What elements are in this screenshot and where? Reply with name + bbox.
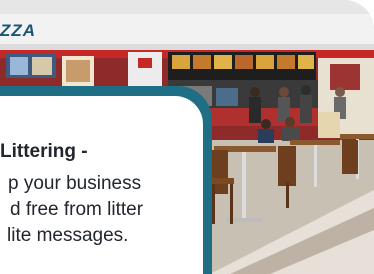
pizza-sign-text: ZZA <box>0 21 37 40</box>
info-panel: Littering - p your business d free from … <box>0 96 203 274</box>
slide: ZZA Littering - p your business d free f… <box>0 0 374 274</box>
panel-text-line: p your business <box>8 173 142 194</box>
panel-text-line: lite messages. <box>7 225 129 246</box>
panel-heading: Littering - <box>0 141 88 162</box>
panel-text-line: d free from litter <box>10 199 144 220</box>
